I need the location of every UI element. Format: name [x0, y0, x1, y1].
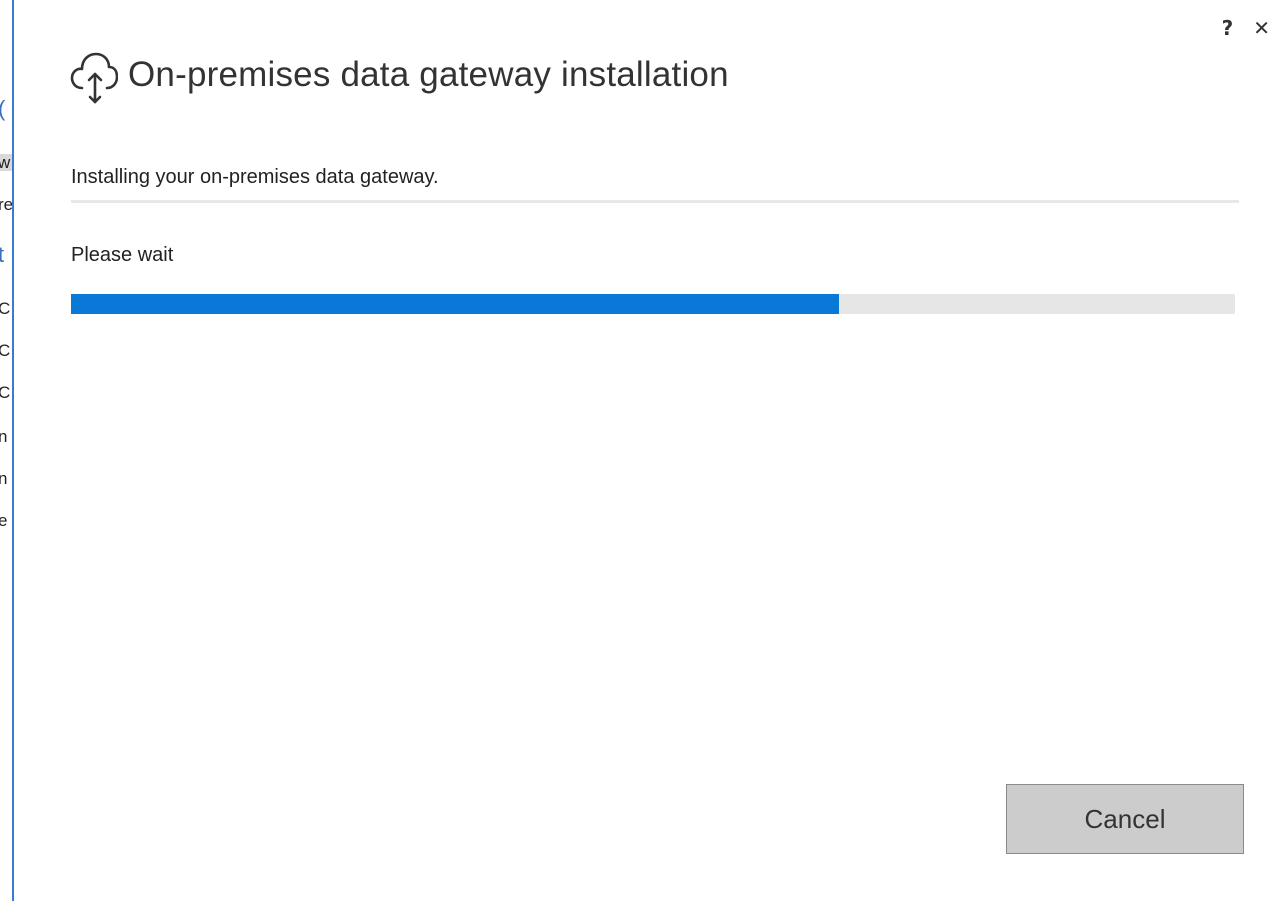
screen: ( w re t C C C n n e ? ✕ On-premises d — [0, 0, 1284, 901]
background-fragment: w — [0, 153, 13, 172]
dialog-header: On-premises data gateway installation — [70, 44, 729, 106]
cloud-upload-icon — [70, 44, 119, 106]
status-message: Installing your on-premises data gateway… — [71, 166, 439, 188]
background-fragment: C — [0, 341, 11, 360]
background-fragment: ( — [0, 98, 5, 120]
wait-label: Please wait — [71, 244, 174, 266]
background-fragment: n — [0, 469, 8, 488]
background-fragment: n — [0, 427, 8, 446]
close-button[interactable]: ✕ — [1253, 18, 1270, 38]
background-fragment: e — [0, 511, 8, 530]
background-fragment: C — [0, 383, 11, 402]
background-fragment: t — [0, 242, 5, 267]
progress-bar-fill — [71, 294, 840, 314]
dialog-title: On-premises data gateway installation — [128, 55, 729, 94]
background-window-edge: ( w re t C C C n n e — [0, 0, 14, 901]
background-fragment: C — [0, 299, 11, 318]
cancel-button[interactable]: Cancel — [1006, 784, 1244, 854]
help-button[interactable]: ? — [1222, 18, 1234, 38]
divider — [71, 200, 1239, 203]
title-controls: ? ✕ — [1222, 18, 1270, 38]
installer-dialog: ? ✕ On-premises data gateway installatio… — [14, 0, 1284, 901]
progress-bar — [71, 294, 1235, 314]
